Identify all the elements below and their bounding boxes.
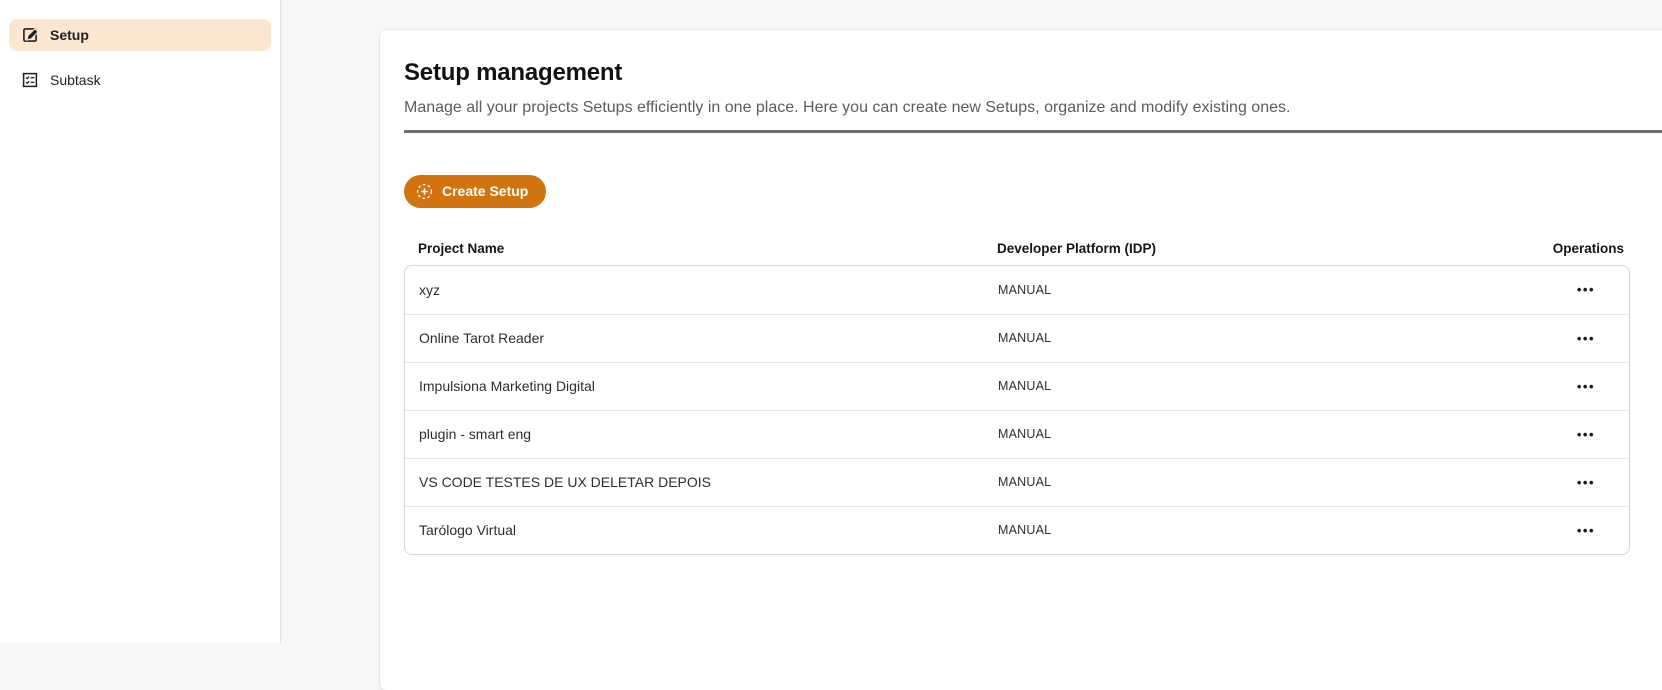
page-title: Setup management xyxy=(404,58,1662,88)
header-divider xyxy=(404,130,1662,133)
more-options-icon: ••• xyxy=(1577,427,1595,442)
project-name-cell: Online Tarot Reader xyxy=(405,330,998,346)
row-actions-button[interactable]: ••• xyxy=(1573,376,1629,397)
table-header-row: Project Name Developer Platform (IDP) Op… xyxy=(404,241,1630,265)
table-row: xyz MANUAL ••• xyxy=(405,266,1629,314)
row-actions-button[interactable]: ••• xyxy=(1573,472,1629,493)
project-name-cell: Impulsiona Marketing Digital xyxy=(405,378,998,394)
idp-cell: MANUAL xyxy=(998,427,1509,441)
table-body: xyz MANUAL ••• Online Tarot Reader MANUA… xyxy=(404,265,1630,555)
row-actions-button[interactable]: ••• xyxy=(1573,328,1629,349)
sidebar-item-setup[interactable]: Setup xyxy=(9,19,271,51)
idp-cell: MANUAL xyxy=(998,283,1509,297)
sidebar: Setup Subtask xyxy=(0,0,281,643)
idp-cell: MANUAL xyxy=(998,379,1509,393)
sidebar-item-label: Subtask xyxy=(50,72,101,88)
table-row: Impulsiona Marketing Digital MANUAL ••• xyxy=(405,362,1629,410)
column-header-idp: Developer Platform (IDP) xyxy=(997,241,1510,256)
table-row: plugin - smart eng MANUAL ••• xyxy=(405,410,1629,458)
setup-management-card: Setup management Manage all your project… xyxy=(380,30,1662,690)
column-header-project-name: Project Name xyxy=(404,241,997,256)
row-actions-button[interactable]: ••• xyxy=(1573,279,1629,300)
more-options-icon: ••• xyxy=(1577,282,1595,297)
create-setup-button[interactable]: Create Setup xyxy=(404,175,546,208)
column-header-operations: Operations xyxy=(1510,241,1630,256)
project-name-cell: plugin - smart eng xyxy=(405,426,998,442)
project-name-cell: Tarólogo Virtual xyxy=(405,522,998,538)
idp-cell: MANUAL xyxy=(998,523,1509,537)
project-name-cell: VS CODE TESTES DE UX DELETAR DEPOIS xyxy=(405,474,998,490)
more-options-icon: ••• xyxy=(1577,523,1595,538)
table-row: VS CODE TESTES DE UX DELETAR DEPOIS MANU… xyxy=(405,458,1629,506)
row-actions-button[interactable]: ••• xyxy=(1573,424,1629,445)
setups-table: Project Name Developer Platform (IDP) Op… xyxy=(404,241,1630,555)
edit-square-icon xyxy=(21,26,39,44)
more-options-icon: ••• xyxy=(1577,475,1595,490)
row-actions-button[interactable]: ••• xyxy=(1573,520,1629,541)
table-row: Tarólogo Virtual MANUAL ••• xyxy=(405,506,1629,554)
create-setup-button-label: Create Setup xyxy=(442,183,528,199)
idp-cell: MANUAL xyxy=(998,475,1509,489)
table-row: Online Tarot Reader MANUAL ••• xyxy=(405,314,1629,362)
task-list-icon xyxy=(21,71,39,89)
plus-dashed-circle-icon xyxy=(416,183,433,200)
project-name-cell: xyz xyxy=(405,282,998,298)
more-options-icon: ••• xyxy=(1577,331,1595,346)
sidebar-item-subtask[interactable]: Subtask xyxy=(9,64,271,96)
idp-cell: MANUAL xyxy=(998,331,1509,345)
more-options-icon: ••• xyxy=(1577,379,1595,394)
page-subtitle: Manage all your projects Setups efficien… xyxy=(404,98,1662,119)
sidebar-item-label: Setup xyxy=(50,27,89,43)
